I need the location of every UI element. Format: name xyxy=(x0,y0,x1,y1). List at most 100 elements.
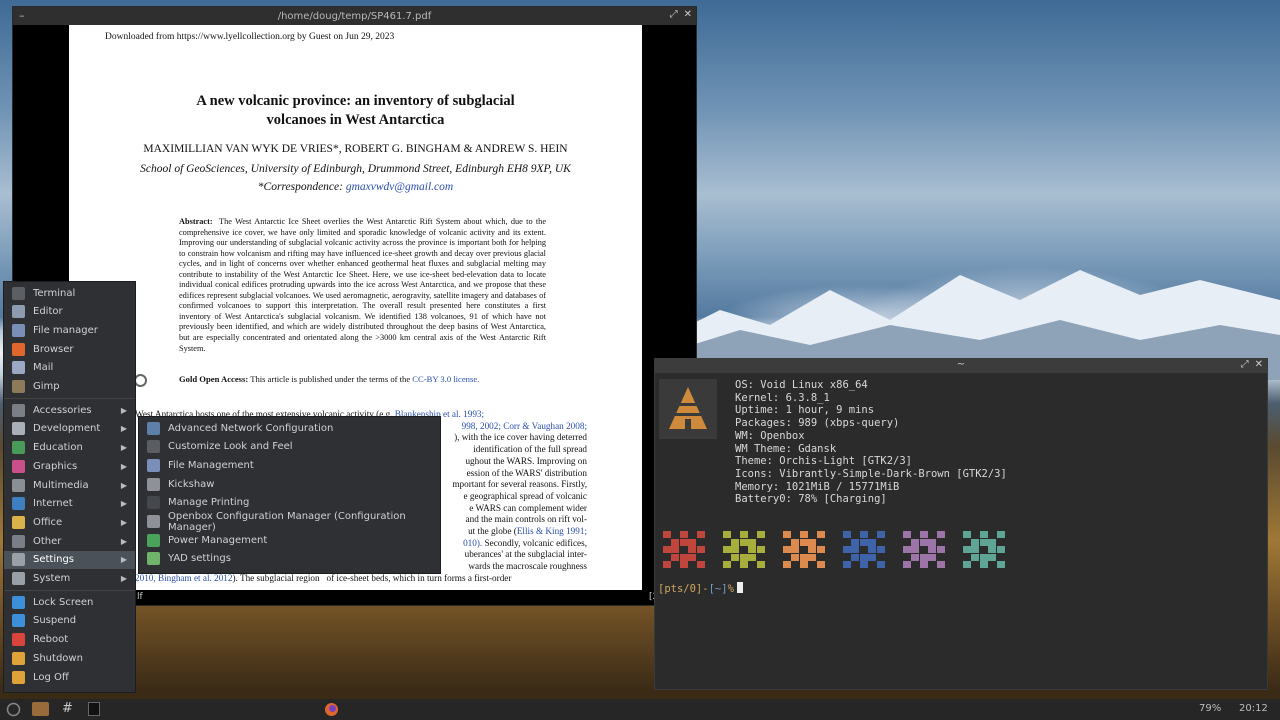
menu-item-internet[interactable]: Internet ▶ xyxy=(4,495,135,513)
terminal-prompt[interactable]: [pts/0]-[~]% xyxy=(658,582,743,595)
menu-item-gimp[interactable]: Gimp xyxy=(4,378,135,396)
terminal-launcher-icon[interactable]: # xyxy=(62,701,77,716)
menu-item-mail[interactable]: Mail xyxy=(4,359,135,377)
menu-item-reboot[interactable]: Reboot xyxy=(4,631,135,649)
submenu-item-customize-look-and-feel[interactable]: Customize Look and Feel xyxy=(139,438,440,456)
reboot-icon xyxy=(12,633,25,647)
folder-icon xyxy=(12,323,25,337)
menu-item-label: Lock Screen xyxy=(33,596,94,608)
menu-item-file-manager[interactable]: File manager xyxy=(4,321,135,339)
submenu-arrow-icon: ▶ xyxy=(120,574,127,583)
color-swatch xyxy=(903,531,945,569)
close-icon[interactable]: ✕ xyxy=(1255,359,1263,370)
menu-item-log-off[interactable]: Log Off xyxy=(4,668,135,686)
maximize-icon[interactable]: ⤢ xyxy=(670,9,678,20)
menu-item-development[interactable]: Development ▶ xyxy=(4,420,135,438)
submenu-item-openbox-configuration-manager-configuration-manager[interactable]: Openbox Configuration Manager (Configura… xyxy=(139,510,440,533)
menu-item-label: Shutdown xyxy=(33,652,83,664)
logoff-icon xyxy=(12,670,25,684)
menu-item-label: Suspend xyxy=(33,615,77,627)
submenu-arrow-icon: ▶ xyxy=(120,405,127,415)
license-link[interactable]: CC-BY 3.0 license. xyxy=(412,374,479,384)
menu-item-label: Development xyxy=(33,423,101,435)
download-notice: Downloaded from https://www.lyellcollect… xyxy=(105,32,395,42)
submenu-item-kickshaw[interactable]: Kickshaw xyxy=(139,475,440,493)
menu-item-terminal[interactable]: Terminal xyxy=(4,284,135,302)
menu-item-system[interactable]: System ▶ xyxy=(4,570,135,588)
file-management-icon xyxy=(147,458,160,472)
firefox-taskbar-icon[interactable] xyxy=(324,702,339,717)
file-manager-icon[interactable] xyxy=(32,702,49,716)
submenu-item-label: Kickshaw xyxy=(168,478,215,490)
menu-item-label: Gimp xyxy=(33,381,60,392)
pdf-app-icon[interactable] xyxy=(88,702,100,716)
menu-item-label: Log Off xyxy=(33,671,69,683)
mail-icon xyxy=(12,361,25,375)
submenu-item-label: Customize Look and Feel xyxy=(168,441,293,453)
submenu-item-label: Manage Printing xyxy=(168,497,250,509)
battery-indicator[interactable]: 79% xyxy=(1199,703,1221,714)
printer-icon xyxy=(147,496,160,510)
menu-item-shutdown[interactable]: Shutdown xyxy=(4,649,135,667)
menu-item-suspend[interactable]: Suspend xyxy=(4,612,135,630)
color-swatch xyxy=(963,531,1005,569)
internet-icon xyxy=(12,497,25,511)
menu-item-editor[interactable]: Editor xyxy=(4,303,135,321)
network-icon xyxy=(147,421,160,435)
terminal-titlebar[interactable]: ~ ⤢ ✕ xyxy=(655,359,1267,373)
firefox-icon xyxy=(12,342,25,356)
menu-item-label: Mail xyxy=(33,362,54,374)
submenu-item-label: Openbox Configuration Manager (Configura… xyxy=(168,510,406,533)
close-icon[interactable]: ✕ xyxy=(684,9,692,20)
editor-icon xyxy=(12,305,25,319)
paper-correspondence: *Correspondence: gmaxvwdv@gmail.com xyxy=(257,181,454,193)
color-swatch xyxy=(783,531,825,569)
menu-item-education[interactable]: Education ▶ xyxy=(4,439,135,457)
menu-item-other[interactable]: Other ▶ xyxy=(4,532,135,550)
menu-item-lock-screen[interactable]: Lock Screen xyxy=(4,593,135,611)
submenu-item-manage-printing[interactable]: Manage Printing xyxy=(139,494,440,512)
settings-submenu[interactable]: Advanced Network Configuration Customize … xyxy=(138,416,441,574)
menu-separator xyxy=(4,590,135,592)
menu-item-label: Education xyxy=(33,442,83,454)
terminal-cursor xyxy=(736,582,743,593)
window-menu-icon[interactable]: – xyxy=(19,9,25,22)
maximize-icon[interactable]: ⤢ xyxy=(1241,359,1249,370)
correspondence-email-link[interactable]: gmaxvwdv@gmail.com xyxy=(346,181,453,193)
application-menu[interactable]: Terminal Editor File manager Browser Mail Gim… xyxy=(3,281,136,693)
distro-logo-icon xyxy=(659,379,717,439)
submenu-arrow-icon: ▶ xyxy=(120,443,127,453)
submenu-item-yad-settings[interactable]: YAD settings xyxy=(139,550,440,568)
submenu-item-file-management[interactable]: File Management xyxy=(139,456,440,474)
menu-item-graphics[interactable]: Graphics ▶ xyxy=(4,457,135,475)
menu-item-multimedia[interactable]: Multimedia ▶ xyxy=(4,476,135,494)
submenu-arrow-icon: ▶ xyxy=(120,517,127,527)
clock[interactable]: 20:12 xyxy=(1239,703,1268,714)
submenu-item-power-management[interactable]: Power Management xyxy=(139,531,440,549)
education-icon xyxy=(12,441,25,455)
menu-item-label: Editor xyxy=(33,306,63,318)
menu-item-label: Terminal xyxy=(33,287,76,299)
terminal-title: ~ xyxy=(956,359,966,370)
yad-icon xyxy=(147,552,160,566)
submenu-item-advanced-network-configuration[interactable]: Advanced Network Configuration xyxy=(139,419,440,437)
menu-item-label: Internet xyxy=(33,498,73,510)
menu-item-settings[interactable]: Settings ▶ xyxy=(4,550,135,569)
menu-item-label: Other xyxy=(33,535,62,547)
menu-item-label: Accessories xyxy=(33,404,92,416)
submenu-item-label: YAD settings xyxy=(168,553,231,565)
color-swatch xyxy=(723,531,765,569)
menu-item-office[interactable]: Office ▶ xyxy=(4,513,135,531)
menu-item-accessories[interactable]: Accessories ▶ xyxy=(4,401,135,419)
submenu-arrow-icon: ▶ xyxy=(120,461,127,471)
menu-separator xyxy=(4,398,135,400)
menu-item-label: Multimedia xyxy=(33,479,89,491)
paper-abstract: Abstract: The West Antarctic Ice Sheet o… xyxy=(179,217,547,353)
menu-launcher-icon[interactable] xyxy=(6,702,21,717)
menu-item-label: Reboot xyxy=(33,634,69,646)
menu-item-browser[interactable]: Browser xyxy=(4,340,135,358)
paper-authors: MAXIMILLIAN VAN WYK DE VRIES*, ROBERT G.… xyxy=(143,143,568,155)
submenu-item-label: Power Management xyxy=(168,534,268,546)
pdf-window-titlebar[interactable]: – /home/doug/temp/SP461.7.pdf ⤢ ✕ xyxy=(13,7,696,25)
terminal-window[interactable]: ~ ⤢ ✕ OS: Void Linux x86_64 Kernel: 6.3.… xyxy=(654,358,1268,690)
